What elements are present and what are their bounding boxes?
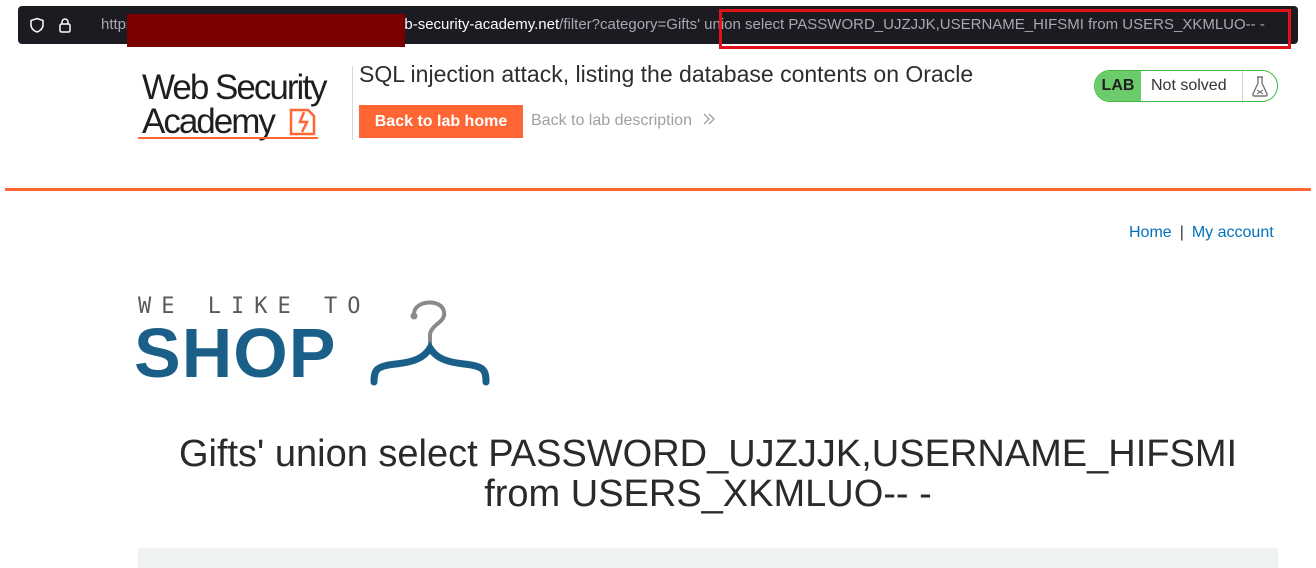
flask-icon (1252, 76, 1268, 97)
lock-icon[interactable] (57, 17, 73, 33)
redaction-box (127, 14, 405, 47)
annotation-highlight-box (719, 9, 1291, 49)
url-host: .web-security-academy.net (381, 16, 560, 33)
chevron-double-right-icon (703, 113, 716, 125)
back-to-lab-description-link[interactable]: Back to lab description (531, 112, 716, 130)
shop-brand: SHOP (134, 314, 337, 392)
lab-status-widget: LAB Not solved (1094, 70, 1278, 102)
nav-home-link[interactable]: Home (1129, 224, 1172, 241)
lab-badge: LAB (1095, 71, 1141, 101)
page-heading: Gifts' union select PASSWORD_UJZJJK,USER… (178, 433, 1238, 515)
hanger-icon (370, 300, 490, 386)
nav-separator: | (1179, 224, 1184, 241)
lab-title: SQL injection attack, listing the databa… (359, 61, 974, 87)
header-divider (352, 66, 353, 140)
back-to-lab-home-button[interactable]: Back to lab home (359, 105, 523, 138)
description-link-label: Back to lab description (531, 112, 692, 129)
nav-my-account-link[interactable]: My account (1192, 224, 1274, 241)
status-label: Not solved (1151, 77, 1227, 94)
shop-nav: Home | My account (1129, 224, 1274, 242)
browser-toolbar: https://.web-security-academy.net/filter… (0, 0, 1316, 52)
academy-logo[interactable]: Web Security Academy (138, 66, 344, 142)
logo-underline (138, 137, 318, 139)
academy-logo-icon (289, 108, 316, 136)
product-area (138, 548, 1278, 568)
header-rule (5, 188, 1311, 191)
logo-line2: Academy (142, 102, 276, 141)
shield-icon[interactable] (29, 17, 45, 33)
logo-line1: Web Security (142, 68, 327, 107)
flask-icon-wrap (1242, 71, 1277, 101)
